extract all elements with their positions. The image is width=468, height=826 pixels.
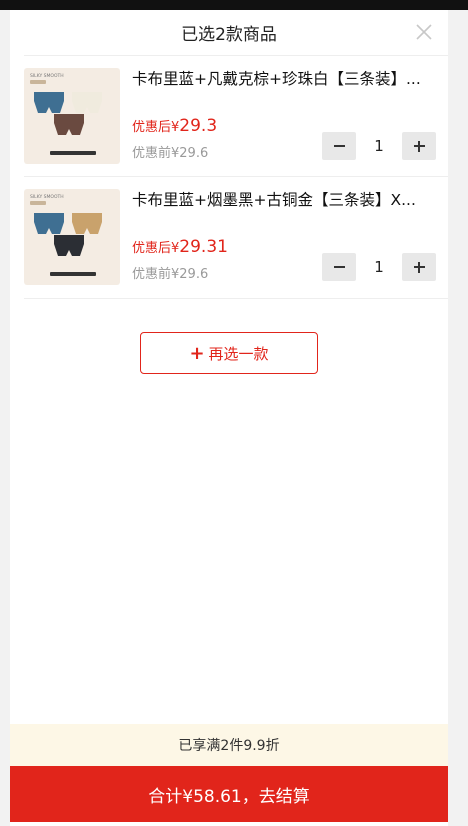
checkout-button[interactable]: 合计¥58.61，去结算 xyxy=(10,766,448,822)
discounted-price: 优惠后 ¥29.3 xyxy=(132,116,217,136)
sheet-title: 已选2款商品 xyxy=(181,25,277,45)
underwear-2 xyxy=(72,92,102,113)
underwear-2 xyxy=(72,213,102,234)
original-price: 优惠前¥29.6 xyxy=(132,146,209,161)
quantity-value[interactable]: 1 xyxy=(356,253,402,281)
list-item[interactable]: SILKY SMOOTH 卡布里蓝+烟墨黑+古铜金【三条装】X... 优惠后 ¥2… xyxy=(24,177,436,297)
sheet-header: 已选2款商品 xyxy=(10,10,448,55)
discounted-price-label: 优惠后 xyxy=(132,120,172,135)
product-thumbnail[interactable]: SILKY SMOOTH xyxy=(24,68,120,164)
checkout-label: 合计¥58.61，去结算 xyxy=(148,786,310,807)
decrease-button[interactable] xyxy=(322,253,356,281)
divider xyxy=(24,298,448,299)
underwear-3 xyxy=(54,235,84,256)
original-price: 优惠前¥29.6 xyxy=(132,267,209,282)
plus-icon: + xyxy=(189,342,205,364)
quantity-value[interactable]: 1 xyxy=(356,132,402,160)
discounted-price-value: 29.3 xyxy=(179,116,218,136)
underwear-blue xyxy=(34,92,64,113)
discounted-price-value: 29.31 xyxy=(179,237,228,257)
promotion-banner: 已享满2件9.9折 xyxy=(10,724,448,766)
currency-symbol: ¥ xyxy=(171,241,180,256)
selected-items-sheet: 已选2款商品 SILKY SMOOTH 卡布里蓝+凡戴克棕+珍珠白【三条装】..… xyxy=(10,10,448,826)
discounted-price: 优惠后 ¥29.31 xyxy=(132,237,228,257)
increase-button[interactable] xyxy=(402,132,436,160)
decrease-button[interactable] xyxy=(322,132,356,160)
increase-button[interactable] xyxy=(402,253,436,281)
close-icon[interactable] xyxy=(414,22,434,42)
quantity-stepper: 1 xyxy=(322,132,436,160)
status-bar xyxy=(0,0,468,10)
promotion-text: 已享满2件9.9折 xyxy=(178,738,280,754)
product-name[interactable]: 卡布里蓝+凡戴克棕+珍珠白【三条装】... xyxy=(132,67,432,89)
product-thumbnail[interactable]: SILKY SMOOTH xyxy=(24,189,120,285)
underwear-3 xyxy=(54,114,84,135)
underwear-blue xyxy=(34,213,64,234)
product-name[interactable]: 卡布里蓝+烟墨黑+古铜金【三条装】X... xyxy=(132,188,432,210)
thumb-brand: SILKY SMOOTH xyxy=(30,194,64,200)
discounted-price-label: 优惠后 xyxy=(132,241,172,256)
add-another-item-label: 再选一款 xyxy=(208,344,269,363)
thumb-brand: SILKY SMOOTH xyxy=(30,73,64,79)
minus-icon xyxy=(334,145,345,147)
minus-icon xyxy=(334,266,345,268)
quantity-stepper: 1 xyxy=(322,253,436,281)
list-item[interactable]: SILKY SMOOTH 卡布里蓝+凡戴克棕+珍珠白【三条装】... 优惠后 ¥2… xyxy=(24,56,436,176)
currency-symbol: ¥ xyxy=(171,120,180,135)
add-another-item-button[interactable]: + 再选一款 xyxy=(140,332,318,374)
